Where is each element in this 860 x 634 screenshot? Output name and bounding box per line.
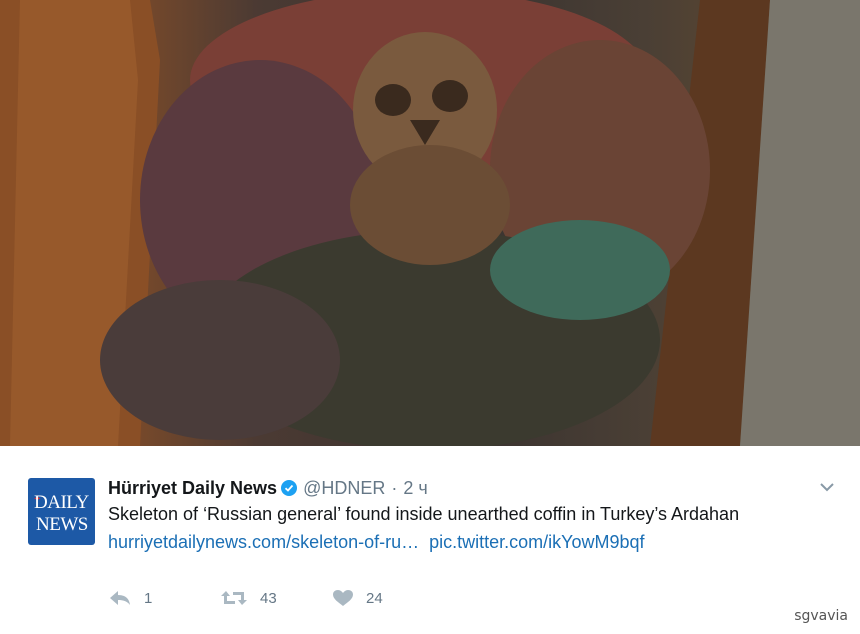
avatar-line2: NEWS — [36, 514, 88, 535]
author-name[interactable]: Hürriyet Daily News — [108, 478, 277, 499]
reply-button[interactable]: 1 — [108, 589, 220, 607]
reply-icon — [108, 589, 132, 607]
heart-icon — [332, 589, 354, 607]
reply-count: 1 — [144, 589, 153, 607]
retweet-icon — [220, 589, 248, 607]
tweet-text: Skeleton of ‘Russian general’ found insi… — [108, 504, 740, 524]
like-count: 24 — [366, 589, 383, 607]
retweet-count: 43 — [260, 589, 277, 607]
pic-link[interactable]: pic.twitter.com/ikYowM9bqf — [429, 532, 644, 552]
tweet-card: ✦ DAILY NEWS Hürriyet Daily News @HDNER … — [0, 446, 860, 634]
like-button[interactable]: 24 — [332, 589, 444, 607]
separator: · — [391, 477, 398, 498]
retweet-button[interactable]: 43 — [220, 589, 332, 607]
tweet-header: Hürriyet Daily News @HDNER · 2 ч — [108, 476, 428, 500]
tweet-links: hurriyetdailynews.com/skeleton-of-ru… pic… — [108, 532, 645, 553]
tweet-photo[interactable] — [0, 0, 860, 446]
chevron-down-icon[interactable] — [818, 478, 836, 496]
avatar[interactable]: ✦ DAILY NEWS — [28, 478, 95, 545]
coffin-skeleton-photo — [0, 0, 860, 446]
author-handle[interactable]: @HDNER — [303, 478, 385, 499]
tweet-actions: 1 43 24 — [108, 587, 444, 609]
timestamp[interactable]: 2 ч — [403, 478, 427, 499]
verified-badge-icon — [281, 480, 298, 496]
watermark: sgvavia — [794, 608, 848, 624]
article-link[interactable]: hurriyetdailynews.com/skeleton-of-ru… — [108, 532, 419, 552]
avatar-line1: DAILY — [34, 492, 89, 513]
